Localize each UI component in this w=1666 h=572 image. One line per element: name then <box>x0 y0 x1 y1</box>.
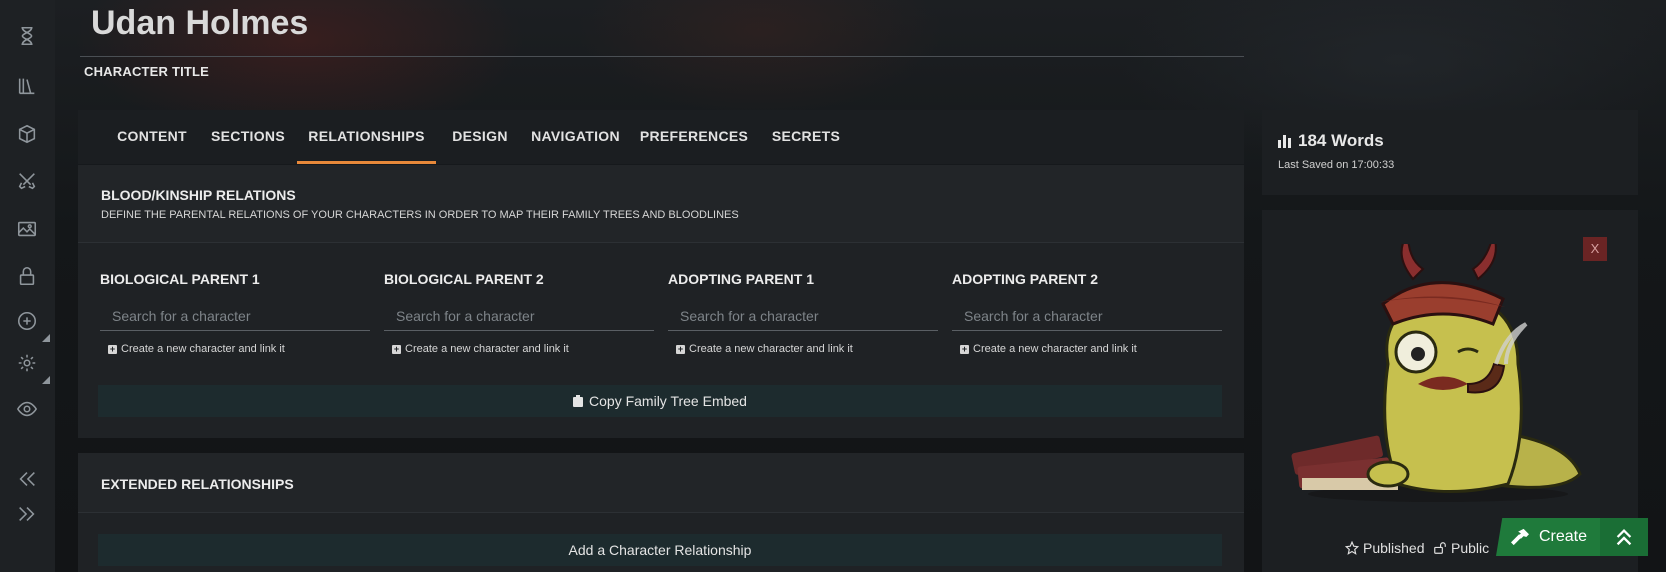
search-input[interactable] <box>952 301 1222 331</box>
scroll-top-button[interactable] <box>1600 518 1648 556</box>
gear-icon[interactable] <box>14 350 40 376</box>
parent-adopting-2: ADOPTING PARENT 2 + Create a new charact… <box>952 271 1222 355</box>
parent-adopting-1: ADOPTING PARENT 1 + Create a new charact… <box>668 271 938 355</box>
create-character-link[interactable]: + Create a new character and link it <box>960 343 1137 355</box>
tab-sections[interactable]: SECTIONS <box>206 110 290 164</box>
plus-square-icon: + <box>960 343 969 354</box>
parent-label: BIOLOGICAL PARENT 2 <box>384 271 544 287</box>
blood-relations-description: DEFINE THE PARENTAL RELATIONS OF YOUR CH… <box>101 209 739 221</box>
add-relationship-label: Add a Character Relationship <box>568 542 752 558</box>
blood-relations-header: BLOOD/KINSHIP RELATIONS DEFINE THE PAREN… <box>78 165 1244 243</box>
unlock-icon <box>1434 542 1446 554</box>
create-character-link[interactable]: + Create a new character and link it <box>108 343 285 355</box>
create-link-label: Create a new character and link it <box>973 343 1137 355</box>
tab-navigation[interactable]: NAVIGATION <box>530 110 621 164</box>
tab-content[interactable]: CONTENT <box>116 110 188 164</box>
eye-icon[interactable] <box>14 396 40 422</box>
image-icon[interactable] <box>14 216 40 242</box>
title-divider <box>80 56 1244 57</box>
search-input[interactable] <box>384 301 654 331</box>
create-label: Create <box>1538 528 1588 545</box>
page-title[interactable]: Udan Holmes <box>91 4 308 43</box>
sidebar <box>0 0 55 572</box>
published-label: Published <box>1363 540 1425 556</box>
hourglass-icon[interactable] <box>14 23 40 49</box>
create-link-label: Create a new character and link it <box>689 343 853 355</box>
stats-panel <box>1262 110 1638 195</box>
create-button[interactable]: Create <box>1496 518 1600 556</box>
tab-relationships[interactable]: RELATIONSHIPS <box>297 110 436 164</box>
tab-bar: CONTENT SECTIONS RELATIONSHIPS DESIGN NA… <box>78 110 1244 164</box>
parents-row: BIOLOGICAL PARENT 1 + Create a new chara… <box>100 271 1224 371</box>
library-icon[interactable] <box>14 73 40 99</box>
blood-relations-heading: BLOOD/KINSHIP RELATIONS <box>101 187 296 203</box>
copy-family-tree-button[interactable]: Copy Family Tree Embed <box>98 385 1222 417</box>
submenu-indicator-icon <box>42 334 50 342</box>
create-character-link[interactable]: + Create a new character and link it <box>392 343 569 355</box>
lock-icon[interactable] <box>14 263 40 289</box>
plus-square-icon: + <box>676 343 685 354</box>
parent-biological-1: BIOLOGICAL PARENT 1 + Create a new chara… <box>100 271 370 355</box>
word-count: 184 Words <box>1278 131 1384 151</box>
public-toggle[interactable]: Public <box>1433 540 1489 556</box>
cube-icon[interactable] <box>14 121 40 147</box>
create-link-label: Create a new character and link it <box>405 343 569 355</box>
plus-circle-icon[interactable] <box>14 308 40 334</box>
parent-label: ADOPTING PARENT 2 <box>952 271 1098 287</box>
last-saved: Last Saved on 17:00:33 <box>1278 159 1395 171</box>
clipboard-icon <box>573 395 584 407</box>
add-relationship-button[interactable]: Add a Character Relationship <box>98 534 1222 566</box>
blood-relations-card: BLOOD/KINSHIP RELATIONS DEFINE THE PAREN… <box>78 165 1244 438</box>
copy-family-tree-label: Copy Family Tree Embed <box>589 393 747 409</box>
parent-biological-2: BIOLOGICAL PARENT 2 + Create a new chara… <box>384 271 654 355</box>
collapse-icon[interactable] <box>14 466 40 492</box>
submenu-indicator-icon <box>42 376 50 384</box>
tab-design[interactable]: DESIGN <box>450 110 510 164</box>
word-count-label: 184 Words <box>1298 131 1384 150</box>
extended-relations-card: EXTENDED RELATIONSHIPS Add a Character R… <box>78 453 1244 572</box>
character-subtitle[interactable]: CHARACTER TITLE <box>84 64 209 79</box>
parent-label: BIOLOGICAL PARENT 1 <box>100 271 260 287</box>
bar-chart-icon <box>1278 135 1291 148</box>
search-input[interactable] <box>668 301 938 331</box>
extended-relations-header: EXTENDED RELATIONSHIPS <box>78 453 1244 513</box>
plus-square-icon: + <box>108 343 117 354</box>
tab-secrets[interactable]: SECRETS <box>768 110 844 164</box>
published-toggle[interactable]: Published <box>1345 540 1425 556</box>
search-input[interactable] <box>100 301 370 331</box>
expand-icon[interactable] <box>14 501 40 527</box>
create-link-label: Create a new character and link it <box>121 343 285 355</box>
parent-label: ADOPTING PARENT 1 <box>668 271 814 287</box>
tab-preferences[interactable]: PREFERENCES <box>639 110 749 164</box>
plus-square-icon: + <box>392 343 401 354</box>
hammer-icon <box>1510 528 1529 546</box>
create-character-link[interactable]: + Create a new character and link it <box>676 343 853 355</box>
double-chevron-up-icon <box>1616 528 1632 546</box>
detective-mascot-image <box>1291 244 1582 502</box>
extended-relations-heading: EXTENDED RELATIONSHIPS <box>101 476 294 492</box>
star-icon <box>1345 541 1359 555</box>
public-label: Public <box>1451 540 1490 556</box>
swords-icon[interactable] <box>14 168 40 194</box>
